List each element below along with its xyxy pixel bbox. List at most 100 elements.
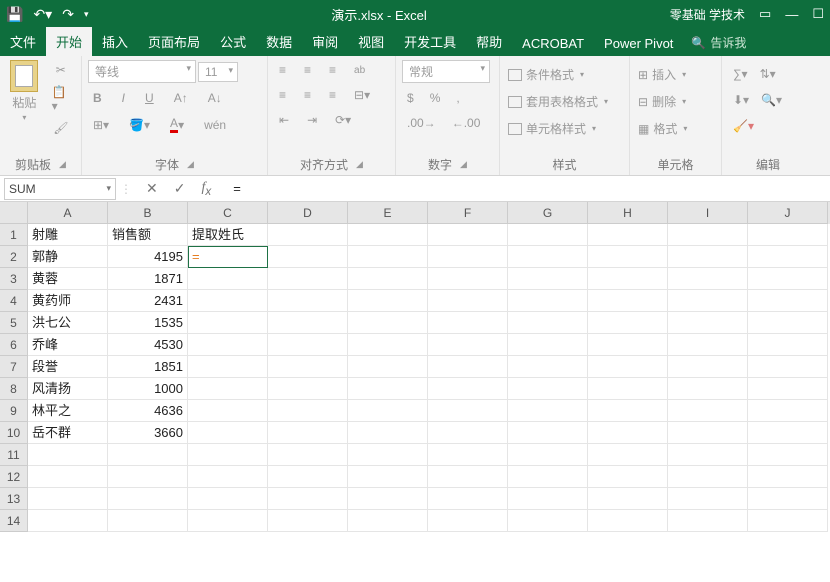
cell[interactable] (508, 224, 588, 246)
cell[interactable] (348, 466, 428, 488)
align-right-icon[interactable]: ≡ (324, 85, 341, 105)
conditional-format-button[interactable]: 条件格式 (506, 64, 623, 85)
spreadsheet-grid[interactable]: A B C D E F G H I J 1射雕销售额提取姓氏2郭静4195=3黄… (0, 202, 830, 532)
cell[interactable] (428, 312, 508, 334)
cell[interactable]: 岳不群 (28, 422, 108, 444)
cell[interactable]: 乔峰 (28, 334, 108, 356)
cell[interactable] (188, 378, 268, 400)
row-header[interactable]: 6 (0, 334, 28, 356)
format-painter-icon[interactable]: 🖌 (47, 118, 75, 138)
enter-formula-icon[interactable]: ✓ (174, 180, 186, 198)
orientation-icon[interactable]: ⟳▾ (330, 110, 356, 130)
cell[interactable] (588, 246, 668, 268)
cell[interactable] (748, 224, 828, 246)
cell[interactable] (188, 510, 268, 532)
paste-button[interactable]: 粘贴 ▾ (6, 60, 43, 154)
align-bottom-icon[interactable]: ≡ (324, 60, 341, 80)
undo-icon[interactable]: ↶▾ (33, 6, 52, 23)
col-header[interactable]: C (188, 202, 268, 224)
save-icon[interactable]: 💾 (6, 6, 23, 23)
cell[interactable] (428, 356, 508, 378)
cell[interactable] (588, 334, 668, 356)
cell[interactable] (668, 400, 748, 422)
cell[interactable] (668, 466, 748, 488)
underline-button[interactable]: U (140, 88, 159, 108)
minimize-icon[interactable]: — (785, 7, 798, 22)
cell[interactable]: 1871 (108, 268, 188, 290)
cell[interactable] (668, 488, 748, 510)
cell[interactable] (268, 510, 348, 532)
indent-left-icon[interactable]: ⇤ (274, 110, 294, 130)
phonetic-icon[interactable]: wén (199, 115, 231, 135)
cell[interactable] (268, 422, 348, 444)
cell[interactable] (28, 466, 108, 488)
cell[interactable] (428, 466, 508, 488)
cell[interactable] (588, 400, 668, 422)
autosum-icon[interactable]: ∑▾ (728, 64, 753, 84)
cell[interactable]: 4195 (108, 246, 188, 268)
cell[interactable] (588, 356, 668, 378)
font-color-icon[interactable]: A▾ (165, 113, 189, 136)
cell[interactable] (748, 444, 828, 466)
cell[interactable] (508, 334, 588, 356)
cell[interactable] (668, 444, 748, 466)
cell[interactable] (268, 444, 348, 466)
cell[interactable] (508, 422, 588, 444)
tab-file[interactable]: 文件 (0, 27, 46, 56)
comma-icon[interactable]: , (451, 88, 464, 108)
cell[interactable] (508, 378, 588, 400)
increase-decimal-icon[interactable]: .00→ (402, 113, 441, 133)
cell[interactable] (748, 334, 828, 356)
col-header[interactable]: G (508, 202, 588, 224)
align-left-icon[interactable]: ≡ (274, 85, 291, 105)
cell[interactable] (268, 334, 348, 356)
cell[interactable] (428, 488, 508, 510)
cell[interactable] (508, 488, 588, 510)
cell[interactable] (348, 444, 428, 466)
cell[interactable]: 提取姓氏 (188, 224, 268, 246)
decrease-decimal-icon[interactable]: ←.00 (447, 113, 486, 133)
font-name-select[interactable]: 等线 (88, 60, 196, 83)
cell[interactable] (508, 356, 588, 378)
cell[interactable] (348, 224, 428, 246)
cell[interactable] (668, 224, 748, 246)
cell[interactable] (748, 246, 828, 268)
cell[interactable] (268, 400, 348, 422)
row-header[interactable]: 10 (0, 422, 28, 444)
col-header[interactable]: J (748, 202, 828, 224)
cell[interactable]: 风清扬 (28, 378, 108, 400)
format-cells-button[interactable]: ▦格式 (636, 118, 715, 139)
cell[interactable] (108, 510, 188, 532)
cell[interactable] (428, 378, 508, 400)
cell[interactable]: 4530 (108, 334, 188, 356)
cell[interactable] (348, 290, 428, 312)
cell[interactable] (268, 246, 348, 268)
cell[interactable] (668, 312, 748, 334)
cell[interactable] (428, 246, 508, 268)
cell[interactable]: 销售额 (108, 224, 188, 246)
cell[interactable] (588, 268, 668, 290)
col-header[interactable]: B (108, 202, 188, 224)
row-header[interactable]: 2 (0, 246, 28, 268)
cell[interactable]: 黄蓉 (28, 268, 108, 290)
cell[interactable] (428, 510, 508, 532)
percent-icon[interactable]: % (425, 88, 446, 108)
tab-pagelayout[interactable]: 页面布局 (138, 27, 210, 56)
cell[interactable] (188, 312, 268, 334)
cell[interactable] (268, 290, 348, 312)
tab-view[interactable]: 视图 (348, 27, 394, 56)
cell[interactable]: = (188, 246, 268, 268)
col-header[interactable]: D (268, 202, 348, 224)
cell[interactable] (428, 422, 508, 444)
cell[interactable]: 射雕 (28, 224, 108, 246)
cell[interactable] (588, 466, 668, 488)
currency-icon[interactable]: $ (402, 88, 419, 108)
tab-review[interactable]: 审阅 (302, 27, 348, 56)
tab-formulas[interactable]: 公式 (210, 27, 256, 56)
clear-icon[interactable]: 🧹▾ (728, 116, 759, 136)
cell[interactable] (428, 224, 508, 246)
cell[interactable] (348, 488, 428, 510)
cell[interactable] (668, 510, 748, 532)
cell[interactable] (188, 444, 268, 466)
cell[interactable] (348, 268, 428, 290)
